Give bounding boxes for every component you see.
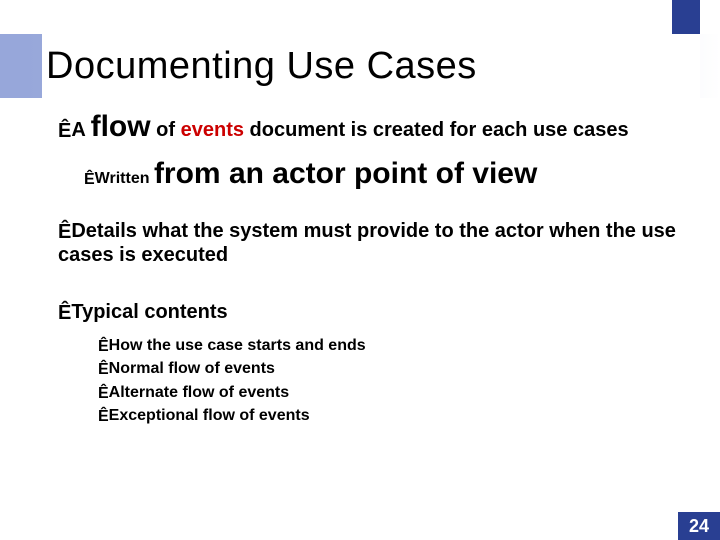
arrow-icon: Ê [58,302,71,325]
bullet-3-list: ÊHow the use case starts and ends ÊNorma… [98,334,680,427]
slide-title: Documenting Use Cases [46,45,477,88]
title-inner: Documenting Use Cases [42,34,700,98]
arrow-icon: Ê [84,171,95,189]
list-item-text: Exceptional flow of events [109,407,310,424]
content-area: ÊA flow of events document is created fo… [58,110,680,500]
arrow-icon: Ê [58,120,71,143]
bullet-1-mid: of [151,119,181,141]
bullet-1-sub: ÊWritten from an actor point of view [84,157,680,191]
list-item: ÊNormal flow of events [98,357,680,380]
arrow-icon: Ê [98,335,109,358]
top-bar [0,0,720,34]
page-number: 24 [678,512,720,540]
bullet-2: ÊDetails what the system must provide to… [58,219,680,268]
arrow-icon: Ê [98,358,109,381]
list-item-text: Normal flow of events [109,360,275,377]
bullet-2-text: Details what the system must provide to … [58,220,676,266]
bullet-1-prefix: A [71,119,90,141]
list-item: ÊAlternate flow of events [98,381,680,404]
bullet-3-heading: Typical contents [71,301,227,323]
bullet-1-sub-big: from an actor point of view [154,157,537,190]
list-item: ÊHow the use case starts and ends [98,334,680,357]
bullet-1-sub-prefix: Written [95,170,154,187]
arrow-icon: Ê [58,220,71,244]
list-item-text: How the use case starts and ends [109,337,366,354]
list-item: ÊExceptional flow of events [98,404,680,427]
bullet-1: ÊA flow of events document is created fo… [58,110,680,191]
bullet-1-line: ÊA flow of events document is created fo… [58,110,680,145]
title-band: Documenting Use Cases [0,34,720,98]
slide: Documenting Use Cases ÊA flow of events … [0,0,720,540]
bullet-1-flow: flow [91,110,151,143]
bullet-1-rest: document is created for each use cases [244,119,629,141]
bullet-1-events: events [181,119,244,141]
bullet-3: ÊTypical contents ÊHow the use case star… [58,301,680,427]
list-item-text: Alternate flow of events [109,384,289,401]
arrow-icon: Ê [98,382,109,405]
arrow-icon: Ê [98,405,109,428]
